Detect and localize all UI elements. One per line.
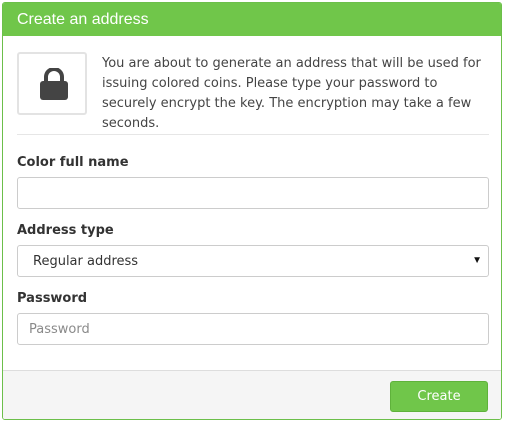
dialog-footer: Create — [3, 370, 501, 419]
dropdown-arrow-icon: ▼ — [472, 255, 482, 266]
section-divider — [17, 134, 489, 135]
intro-text: You are about to generate an address tha… — [102, 56, 481, 131]
address-type-selected-value: Regular address — [33, 254, 139, 269]
create-button[interactable]: Create — [390, 381, 488, 412]
intro-section: You are about to generate an address tha… — [17, 52, 489, 131]
dialog-body: You are about to generate an address tha… — [3, 36, 501, 370]
address-type-select[interactable]: Regular address ▼ — [17, 245, 489, 277]
lock-icon-box — [17, 52, 87, 115]
password-input[interactable] — [17, 313, 489, 345]
dialog-header: Create an address — [3, 3, 501, 36]
color-name-input[interactable] — [17, 177, 489, 209]
create-address-dialog: Create an address You are about to gener… — [2, 2, 502, 420]
color-name-label: Color full name — [17, 155, 129, 170]
address-type-label: Address type — [17, 223, 114, 238]
lock-icon — [40, 68, 68, 100]
password-label: Password — [17, 291, 88, 306]
dialog-title: Create an address — [17, 11, 149, 28]
